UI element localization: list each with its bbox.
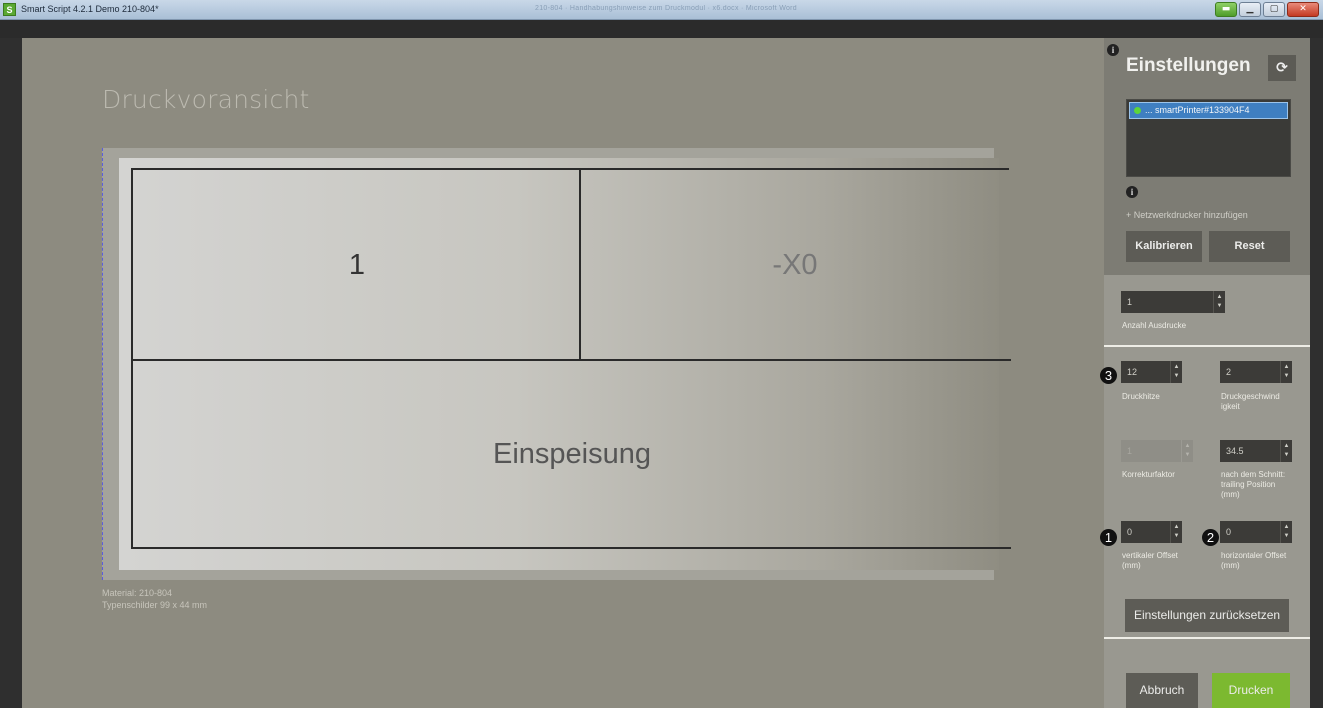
status-dot-icon	[1134, 107, 1141, 114]
info-icon[interactable]: i	[1107, 44, 1119, 56]
app-icon: S	[3, 3, 16, 16]
label-cell-3: Einspeisung	[131, 359, 1011, 549]
reset-settings-button[interactable]: Einstellungen zurücksetzen	[1125, 599, 1289, 632]
vertical-offset-stepper[interactable]: 0 ▲ ▼	[1121, 521, 1182, 543]
spin-arrows-icon[interactable]: ▲ ▼	[1280, 361, 1292, 383]
background-window-title: 210-804 · Handhabungshinweise zum Druckm…	[535, 5, 797, 12]
horizontal-offset-label: horizontaler Offset (mm)	[1221, 551, 1287, 570]
window-title-bar: S Smart Script 4.2.1 Demo 210-804* 210-8…	[0, 0, 1323, 20]
trailing-stepper[interactable]: 34.5 ▲ ▼	[1220, 440, 1292, 462]
horizontal-offset-value: 0	[1226, 527, 1232, 537]
settings-title: Einstellungen	[1126, 55, 1251, 76]
vertical-offset-label: vertikaler Offset (mm)	[1122, 551, 1178, 570]
callout-badge-3: 3	[1100, 367, 1117, 384]
tray-icon[interactable]: ▬	[1215, 2, 1237, 17]
speed-stepper[interactable]: 2 ▲ ▼	[1220, 361, 1292, 383]
trailing-label: nach dem Schnitt: trailing Position (mm)	[1221, 470, 1286, 499]
divider	[1104, 345, 1310, 347]
correction-label: Korrekturfaktor	[1122, 470, 1175, 479]
label-cell-1: 1	[131, 168, 581, 361]
heat-value: 12	[1127, 367, 1138, 377]
copies-value: 1	[1127, 297, 1133, 307]
spin-arrows-icon[interactable]: ▲ ▼	[1213, 291, 1225, 313]
refresh-icon[interactable]: ⟳	[1268, 55, 1296, 81]
add-network-printer-link[interactable]: + Netzwerkdrucker hinzufügen	[1126, 210, 1248, 220]
vertical-offset-value: 0	[1127, 527, 1133, 537]
reset-button[interactable]: Reset	[1209, 231, 1290, 262]
spin-arrows-icon[interactable]: ▲ ▼	[1170, 521, 1182, 543]
print-button[interactable]: Drucken	[1212, 673, 1290, 708]
settings-sidebar: i Einstellungen ⟳ ... smartPrinter#13390…	[1100, 38, 1310, 708]
cancel-button[interactable]: Abbruch	[1126, 673, 1198, 708]
spin-arrows-icon[interactable]: ▲ ▼	[1280, 440, 1292, 462]
copies-label: Anzahl Ausdrucke	[1122, 321, 1187, 330]
close-button[interactable]: ✕	[1287, 2, 1319, 17]
divider	[1104, 637, 1310, 639]
printer-item-label: ... smartPrinter#133904F4	[1145, 105, 1250, 115]
printer-info-icon[interactable]: i	[1126, 186, 1138, 198]
speed-label: Druckgeschwind igkeit	[1221, 392, 1280, 411]
callout-badge-2: 2	[1202, 529, 1219, 546]
spin-arrows-icon[interactable]: ▲ ▼	[1280, 521, 1292, 543]
print-preview-panel: Druckvoransicht 1 -X0 Einspeisung Materi…	[22, 38, 1104, 708]
minimize-button[interactable]: ▁	[1239, 2, 1261, 17]
window-title: Smart Script 4.2.1 Demo 210-804*	[21, 4, 159, 14]
horizontal-offset-stepper[interactable]: 0 ▲ ▼	[1220, 521, 1292, 543]
heat-stepper[interactable]: 12 ▲ ▼	[1121, 361, 1182, 383]
spin-arrows-icon[interactable]: ▲ ▼	[1170, 361, 1182, 383]
callout-badge-1: 1	[1100, 529, 1117, 546]
page-title: Druckvoransicht	[102, 85, 310, 114]
top-strip	[0, 20, 1323, 38]
calibrate-button[interactable]: Kalibrieren	[1126, 231, 1202, 262]
printer-item[interactable]: ... smartPrinter#133904F4	[1129, 102, 1288, 119]
heat-label: Druckhitze	[1122, 392, 1160, 401]
preview-sheet: 1 -X0 Einspeisung	[102, 148, 1011, 580]
material-line-1: Material: 210-804	[102, 588, 173, 598]
printer-list[interactable]: ... smartPrinter#133904F4	[1126, 99, 1291, 177]
correction-stepper: 1 ▲ ▼	[1121, 440, 1193, 462]
material-info: Material: 210-804 Typenschilder 99 x 44 …	[102, 587, 207, 611]
label-preview: 1 -X0 Einspeisung	[119, 158, 1011, 570]
scrollbar-track[interactable]	[1310, 38, 1323, 708]
material-line-2: Typenschilder 99 x 44 mm	[102, 600, 208, 610]
spin-arrows-icon: ▲ ▼	[1181, 440, 1193, 462]
speed-value: 2	[1226, 367, 1232, 377]
trailing-value: 34.5	[1226, 446, 1244, 456]
correction-value: 1	[1127, 446, 1133, 456]
window-controls: ▬ ▁ ▢ ✕	[1215, 2, 1319, 17]
label-cell-2: -X0	[579, 168, 1009, 361]
maximize-button[interactable]: ▢	[1263, 2, 1285, 17]
copies-stepper[interactable]: 1 ▲ ▼	[1121, 291, 1225, 313]
